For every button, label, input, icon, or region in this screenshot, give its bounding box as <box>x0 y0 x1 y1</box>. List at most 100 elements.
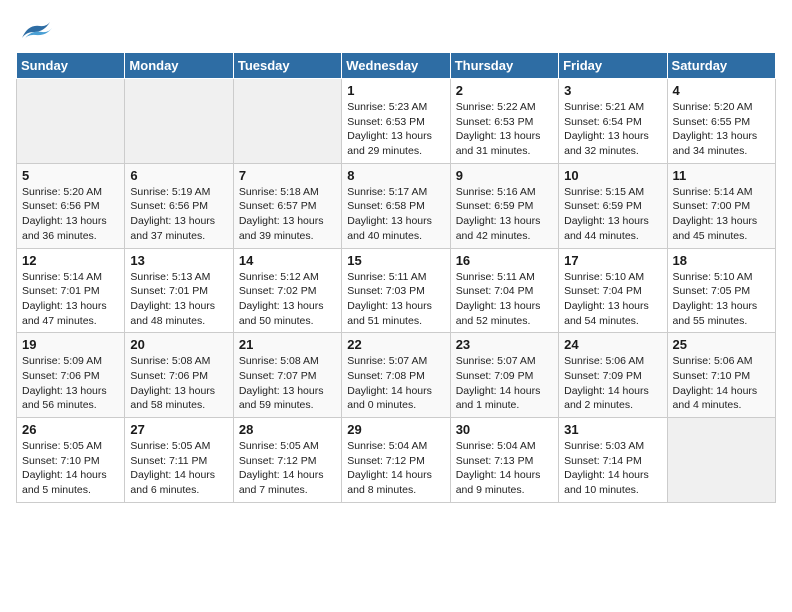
day-number: 24 <box>564 337 661 352</box>
day-info: Sunrise: 5:22 AM Sunset: 6:53 PM Dayligh… <box>456 100 553 159</box>
day-number: 14 <box>239 253 336 268</box>
day-number: 20 <box>130 337 227 352</box>
day-number: 23 <box>456 337 553 352</box>
day-number: 4 <box>673 83 770 98</box>
calendar-cell: 8 Sunrise: 5:17 AM Sunset: 6:58 PM Daylig… <box>342 163 450 248</box>
day-info: Sunrise: 5:20 AM Sunset: 6:56 PM Dayligh… <box>22 185 119 244</box>
day-number: 16 <box>456 253 553 268</box>
day-number: 18 <box>673 253 770 268</box>
calendar-cell: 15 Sunrise: 5:11 AM Sunset: 7:03 PM Dayli… <box>342 248 450 333</box>
calendar-cell: 18 Sunrise: 5:10 AM Sunset: 7:05 PM Dayli… <box>667 248 775 333</box>
calendar-cell <box>17 79 125 164</box>
calendar-cell: 12Sunrise: 5:14 AM Sunset: 7:01 PM Dayli… <box>17 248 125 333</box>
day-info: Sunrise: 5:20 AM Sunset: 6:55 PM Dayligh… <box>673 100 770 159</box>
day-number: 11 <box>673 168 770 183</box>
day-number: 26 <box>22 422 119 437</box>
day-info: Sunrise: 5:10 AM Sunset: 7:05 PM Dayligh… <box>673 270 770 329</box>
day-number: 6 <box>130 168 227 183</box>
calendar-week-row: 26 Sunrise: 5:05 AM Sunset: 7:10 PM Dayli… <box>17 418 776 503</box>
column-header-friday: Friday <box>559 53 667 79</box>
calendar-cell: 7Sunrise: 5:18 AM Sunset: 6:57 PM Daylig… <box>233 163 341 248</box>
day-info: Sunrise: 5:11 AM Sunset: 7:03 PM Dayligh… <box>347 270 444 329</box>
day-number: 10 <box>564 168 661 183</box>
day-info: Sunrise: 5:18 AM Sunset: 6:57 PM Dayligh… <box>239 185 336 244</box>
day-number: 30 <box>456 422 553 437</box>
day-info: Sunrise: 5:04 AM Sunset: 7:13 PM Dayligh… <box>456 439 553 498</box>
calendar-cell: 4 Sunrise: 5:20 AM Sunset: 6:55 PM Daylig… <box>667 79 775 164</box>
calendar-cell: 27Sunrise: 5:05 AM Sunset: 7:11 PM Dayli… <box>125 418 233 503</box>
day-number: 8 <box>347 168 444 183</box>
calendar-week-row: 5 Sunrise: 5:20 AM Sunset: 6:56 PM Daylig… <box>17 163 776 248</box>
calendar-cell: 6 Sunrise: 5:19 AM Sunset: 6:56 PM Daylig… <box>125 163 233 248</box>
day-info: Sunrise: 5:05 AM Sunset: 7:12 PM Dayligh… <box>239 439 336 498</box>
calendar-week-row: 19 Sunrise: 5:09 AM Sunset: 7:06 PM Dayli… <box>17 333 776 418</box>
day-info: Sunrise: 5:06 AM Sunset: 7:09 PM Dayligh… <box>564 354 661 413</box>
day-info: Sunrise: 5:11 AM Sunset: 7:04 PM Dayligh… <box>456 270 553 329</box>
day-number: 12 <box>22 253 119 268</box>
day-number: 22 <box>347 337 444 352</box>
day-info: Sunrise: 5:05 AM Sunset: 7:11 PM Dayligh… <box>130 439 227 498</box>
calendar-week-row: 1 Sunrise: 5:23 AM Sunset: 6:53 PM Daylig… <box>17 79 776 164</box>
day-number: 3 <box>564 83 661 98</box>
day-info: Sunrise: 5:08 AM Sunset: 7:07 PM Dayligh… <box>239 354 336 413</box>
calendar-cell: 5 Sunrise: 5:20 AM Sunset: 6:56 PM Daylig… <box>17 163 125 248</box>
day-number: 9 <box>456 168 553 183</box>
day-info: Sunrise: 5:17 AM Sunset: 6:58 PM Dayligh… <box>347 185 444 244</box>
day-number: 21 <box>239 337 336 352</box>
day-info: Sunrise: 5:15 AM Sunset: 6:59 PM Dayligh… <box>564 185 661 244</box>
calendar-cell: 28 Sunrise: 5:05 AM Sunset: 7:12 PM Dayli… <box>233 418 341 503</box>
calendar-cell: 21 Sunrise: 5:08 AM Sunset: 7:07 PM Dayli… <box>233 333 341 418</box>
day-info: Sunrise: 5:21 AM Sunset: 6:54 PM Dayligh… <box>564 100 661 159</box>
day-number: 5 <box>22 168 119 183</box>
day-info: Sunrise: 5:23 AM Sunset: 6:53 PM Dayligh… <box>347 100 444 159</box>
day-info: Sunrise: 5:05 AM Sunset: 7:10 PM Dayligh… <box>22 439 119 498</box>
calendar-cell <box>125 79 233 164</box>
calendar-header-row: SundayMondayTuesdayWednesdayThursdayFrid… <box>17 53 776 79</box>
calendar-cell: 10 Sunrise: 5:15 AM Sunset: 6:59 PM Dayli… <box>559 163 667 248</box>
day-info: Sunrise: 5:07 AM Sunset: 7:08 PM Dayligh… <box>347 354 444 413</box>
day-number: 13 <box>130 253 227 268</box>
calendar-cell: 29Sunrise: 5:04 AM Sunset: 7:12 PM Dayli… <box>342 418 450 503</box>
day-info: Sunrise: 5:04 AM Sunset: 7:12 PM Dayligh… <box>347 439 444 498</box>
calendar-cell: 20 Sunrise: 5:08 AM Sunset: 7:06 PM Dayli… <box>125 333 233 418</box>
calendar-cell: 13 Sunrise: 5:13 AM Sunset: 7:01 PM Dayli… <box>125 248 233 333</box>
calendar-cell: 2 Sunrise: 5:22 AM Sunset: 6:53 PM Daylig… <box>450 79 558 164</box>
calendar-cell: 19 Sunrise: 5:09 AM Sunset: 7:06 PM Dayli… <box>17 333 125 418</box>
day-number: 17 <box>564 253 661 268</box>
calendar-cell: 26 Sunrise: 5:05 AM Sunset: 7:10 PM Dayli… <box>17 418 125 503</box>
calendar-cell <box>233 79 341 164</box>
calendar-cell: 11 Sunrise: 5:14 AM Sunset: 7:00 PM Dayli… <box>667 163 775 248</box>
calendar-cell: 14Sunrise: 5:12 AM Sunset: 7:02 PM Dayli… <box>233 248 341 333</box>
calendar-cell: 24 Sunrise: 5:06 AM Sunset: 7:09 PM Dayli… <box>559 333 667 418</box>
day-info: Sunrise: 5:06 AM Sunset: 7:10 PM Dayligh… <box>673 354 770 413</box>
logo-icon <box>16 16 52 44</box>
calendar-cell: 1 Sunrise: 5:23 AM Sunset: 6:53 PM Daylig… <box>342 79 450 164</box>
day-number: 19 <box>22 337 119 352</box>
day-info: Sunrise: 5:09 AM Sunset: 7:06 PM Dayligh… <box>22 354 119 413</box>
calendar-cell: 16 Sunrise: 5:11 AM Sunset: 7:04 PM Dayli… <box>450 248 558 333</box>
day-info: Sunrise: 5:14 AM Sunset: 7:00 PM Dayligh… <box>673 185 770 244</box>
calendar-cell: 25 Sunrise: 5:06 AM Sunset: 7:10 PM Dayli… <box>667 333 775 418</box>
day-number: 1 <box>347 83 444 98</box>
day-number: 25 <box>673 337 770 352</box>
column-header-monday: Monday <box>125 53 233 79</box>
column-header-sunday: Sunday <box>17 53 125 79</box>
column-header-saturday: Saturday <box>667 53 775 79</box>
calendar-table: SundayMondayTuesdayWednesdayThursdayFrid… <box>16 52 776 503</box>
day-number: 2 <box>456 83 553 98</box>
calendar-week-row: 12Sunrise: 5:14 AM Sunset: 7:01 PM Dayli… <box>17 248 776 333</box>
calendar-cell: 31Sunrise: 5:03 AM Sunset: 7:14 PM Dayli… <box>559 418 667 503</box>
day-info: Sunrise: 5:07 AM Sunset: 7:09 PM Dayligh… <box>456 354 553 413</box>
day-number: 15 <box>347 253 444 268</box>
logo <box>16 16 56 44</box>
calendar-cell: 23 Sunrise: 5:07 AM Sunset: 7:09 PM Dayli… <box>450 333 558 418</box>
calendar-cell: 30 Sunrise: 5:04 AM Sunset: 7:13 PM Dayli… <box>450 418 558 503</box>
day-info: Sunrise: 5:03 AM Sunset: 7:14 PM Dayligh… <box>564 439 661 498</box>
calendar-cell: 9 Sunrise: 5:16 AM Sunset: 6:59 PM Daylig… <box>450 163 558 248</box>
day-info: Sunrise: 5:13 AM Sunset: 7:01 PM Dayligh… <box>130 270 227 329</box>
calendar-cell: 3 Sunrise: 5:21 AM Sunset: 6:54 PM Daylig… <box>559 79 667 164</box>
day-number: 28 <box>239 422 336 437</box>
day-info: Sunrise: 5:16 AM Sunset: 6:59 PM Dayligh… <box>456 185 553 244</box>
day-info: Sunrise: 5:19 AM Sunset: 6:56 PM Dayligh… <box>130 185 227 244</box>
day-info: Sunrise: 5:08 AM Sunset: 7:06 PM Dayligh… <box>130 354 227 413</box>
